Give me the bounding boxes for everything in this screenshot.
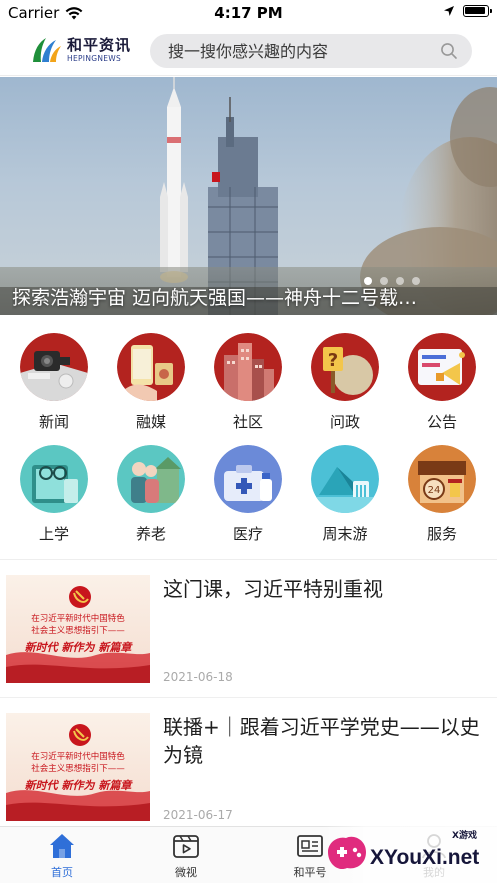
category-news[interactable]: 新闻 <box>14 333 94 432</box>
tab-label: 首页 <box>51 866 73 879</box>
banner-title[interactable]: 探索浩瀚宇宙 迈向航天强国——神舟十二号载… <box>12 283 482 310</box>
poster-slogan: 新时代 新作为 新篇章 <box>25 779 134 792</box>
home-icon <box>50 834 74 858</box>
watermark: XYouXi.net X游戏 <box>322 826 497 883</box>
search-icon[interactable] <box>440 42 458 60</box>
news-thumbnail: 在习近平新时代中国特色 社会主义思想指引下—— 新时代 新作为 新篇章 <box>6 713 150 821</box>
media-icon <box>117 333 185 401</box>
category-travel[interactable]: 周末游 <box>305 445 385 544</box>
category-announcement[interactable]: 公告 <box>402 333 482 432</box>
category-label: 周末游 <box>322 525 368 543</box>
news-separator <box>0 697 497 698</box>
search-input[interactable] <box>168 41 428 61</box>
logo-text: 和平资讯 HEPINGNEWS <box>67 35 132 63</box>
logo-mark-icon <box>33 38 61 62</box>
news-thumbnail: 在习近平新时代中国特色 社会主义思想指引下—— 新时代 新作为 新篇章 <box>6 575 150 683</box>
poster-line-1: 在习近平新时代中国特色 <box>31 751 125 762</box>
video-icon <box>173 835 199 858</box>
category-label: 公告 <box>426 413 457 431</box>
poster-line-2: 社会主义思想指引下—— <box>31 763 125 774</box>
news-item[interactable]: 在习近平新时代中国特色 社会主义思想指引下—— 新时代 新作为 新篇章 联播+｜… <box>0 713 497 825</box>
tab-label: 微视 <box>175 866 197 879</box>
elderly-icon <box>117 445 185 513</box>
news-icon <box>20 333 88 401</box>
svg-text:?: ? <box>328 350 338 371</box>
app-logo[interactable]: 和平资讯 HEPINGNEWS <box>30 32 140 68</box>
logo-name-en: HEPINGNEWS <box>67 53 122 63</box>
category-community[interactable]: 社区 <box>208 333 288 432</box>
poster-slogan: 新时代 新作为 新篇章 <box>25 641 134 654</box>
category-school[interactable]: 上学 <box>14 445 94 544</box>
travel-icon <box>311 445 379 513</box>
battery-icon <box>463 5 492 17</box>
search-bar[interactable] <box>150 34 472 68</box>
status-time: 4:17 PM <box>214 4 283 22</box>
news-date: 2021-06-18 <box>163 670 233 684</box>
poster-line-2: 社会主义思想指引下—— <box>31 625 125 636</box>
banner-carousel[interactable]: 探索浩瀚宇宙 迈向航天强国——神舟十二号载… <box>0 77 497 315</box>
watermark-brand: XYouXi.net <box>370 846 479 869</box>
category-label: 新闻 <box>38 413 69 431</box>
location-arrow-icon <box>444 6 454 16</box>
party-poster-image: 在习近平新时代中国特色 社会主义思想指引下—— 新时代 新作为 新篇章 <box>6 575 150 683</box>
category-label: 问政 <box>329 413 360 431</box>
status-right <box>443 5 492 17</box>
school-icon <box>20 445 88 513</box>
category-media[interactable]: 融媒 <box>111 333 191 432</box>
category-grid: 新闻 融媒 社区 ? 问政 公告 上学 养老 医疗 周末游 24 服务 <box>0 327 497 557</box>
news-date: 2021-06-17 <box>163 808 233 822</box>
category-label: 养老 <box>135 525 166 543</box>
app-header: 和平资讯 HEPINGNEWS <box>0 26 497 76</box>
tab-home[interactable]: 首页 <box>22 831 102 880</box>
news-title[interactable]: 这门课，习近平特别重视 <box>163 575 483 603</box>
category-label: 服务 <box>426 525 457 543</box>
category-label: 医疗 <box>232 525 263 543</box>
svg-text:24: 24 <box>428 485 441 496</box>
status-bar: Carrier 4:17 PM <box>0 0 497 26</box>
watermark-tag: X游戏 <box>452 829 477 841</box>
account-icon <box>297 835 323 857</box>
announcement-icon <box>408 333 476 401</box>
medical-icon <box>214 445 282 513</box>
news-title[interactable]: 联播+｜跟着习近平学党史——以史为镜 <box>163 713 483 769</box>
category-label: 上学 <box>38 525 69 543</box>
category-medical[interactable]: 医疗 <box>208 445 288 544</box>
banner-image <box>0 77 497 315</box>
watermark-logo: XYouXi.net X游戏 <box>322 826 497 883</box>
category-inquiry[interactable]: ? 问政 <box>305 333 385 432</box>
logo-name-cn: 和平资讯 <box>67 35 132 54</box>
party-poster-image: 在习近平新时代中国特色 社会主义思想指引下—— 新时代 新作为 新篇章 <box>6 713 150 821</box>
category-elderly[interactable]: 养老 <box>111 445 191 544</box>
category-label: 融媒 <box>135 413 166 431</box>
tab-video[interactable]: 微视 <box>146 831 226 880</box>
community-icon <box>214 333 282 401</box>
news-item[interactable]: 在习近平新时代中国特色 社会主义思想指引下—— 新时代 新作为 新篇章 这门课，… <box>0 575 497 687</box>
category-label: 社区 <box>232 413 263 431</box>
poster-line-1: 在习近平新时代中国特色 <box>31 613 125 624</box>
section-divider <box>0 559 497 560</box>
service-icon: 24 <box>408 445 476 513</box>
inquiry-icon: ? <box>311 333 379 401</box>
category-service[interactable]: 24 服务 <box>402 445 482 544</box>
